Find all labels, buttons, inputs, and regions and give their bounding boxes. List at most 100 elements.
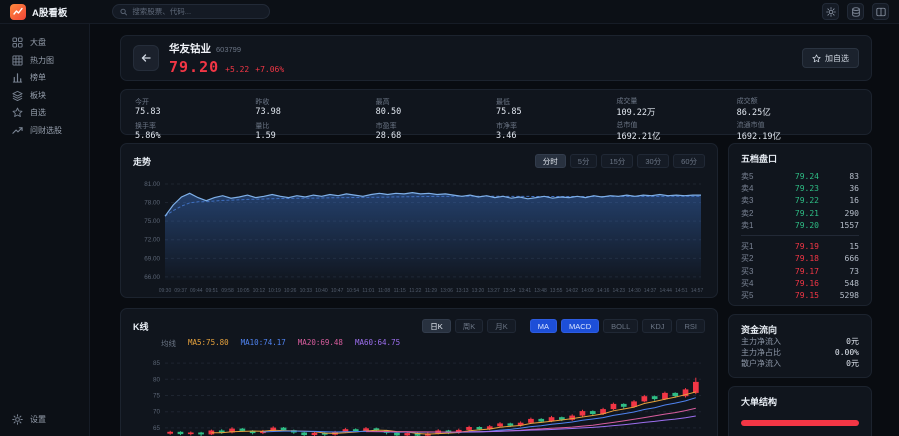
stat-value: 75.85 [496, 107, 616, 117]
stat-label: 最低 [496, 97, 616, 107]
sidebar-item-label: 自选 [30, 107, 46, 118]
orderbook-divider [741, 235, 859, 236]
tab-daily-k[interactable]: 日K [422, 319, 451, 333]
bid-row: 买379.1773 [741, 265, 859, 277]
stat-label: 最高 [376, 97, 496, 107]
tab-macd[interactable]: MACD [561, 319, 599, 333]
ask-row: 卖179.201557 [741, 219, 859, 231]
stat-label: 换手率 [135, 121, 255, 131]
trending-up-icon [12, 125, 23, 136]
svg-text:14:44: 14:44 [659, 288, 672, 294]
data-source-button[interactable] [847, 3, 864, 20]
tab-timeshare[interactable]: 分时 [535, 154, 566, 168]
trend-title: 走势 [133, 155, 151, 168]
sidebar-item-label: 板块 [30, 90, 46, 101]
ma-legend-prefix: 均线 [161, 338, 176, 349]
svg-text:13:48: 13:48 [534, 288, 547, 294]
sidebar-item-market[interactable]: 大盘 [0, 34, 89, 52]
stat-value: 1692.21亿 [616, 130, 736, 142]
svg-text:69.00: 69.00 [144, 255, 160, 262]
sidebar-item-label: 热力图 [30, 55, 54, 66]
stat-label: 市盈率 [376, 121, 496, 131]
sidebar-item-label: 大盘 [30, 37, 46, 48]
structure-bar [741, 420, 859, 426]
svg-text:80: 80 [153, 376, 161, 383]
stat-value: 28.68 [376, 131, 496, 141]
stat-label: 流通市值 [737, 120, 857, 130]
trend-chart-card: 走势 分时 5分 15分 30分 60分 81.0078.0075.0072.0… [120, 143, 718, 298]
stock-header-card: 华友钴业603799 79.20+5.22+7.06% 加自选 [120, 35, 872, 81]
svg-text:09:51: 09:51 [206, 288, 219, 294]
candlestick-chart[interactable]: 8580757065 [121, 349, 717, 436]
stat-label: 总市值 [616, 120, 736, 130]
fundflow-title: 资金流向 [741, 323, 859, 336]
svg-text:11:22: 11:22 [409, 288, 421, 294]
topbar-actions [822, 3, 889, 20]
sidebar-item-stock-screener[interactable]: 问财选股 [0, 122, 89, 140]
sidebar-item-watchlist[interactable]: 自选 [0, 104, 89, 122]
stock-price: 79.20 [169, 58, 219, 76]
sidebar-item-heatmap[interactable]: 热力图 [0, 52, 89, 70]
svg-text:14:09: 14:09 [581, 288, 594, 294]
add-watchlist-button[interactable]: 加自选 [802, 48, 859, 68]
search-box[interactable] [112, 4, 270, 19]
stat-label: 市净率 [496, 121, 616, 131]
svg-text:13:34: 13:34 [503, 288, 516, 294]
svg-text:85: 85 [153, 360, 161, 367]
svg-text:75.00: 75.00 [144, 218, 160, 225]
ask-row: 卖279.21290 [741, 207, 859, 219]
tab-30min[interactable]: 30分 [637, 154, 669, 168]
tab-weekly-k[interactable]: 周K [455, 319, 484, 333]
svg-text:13:20: 13:20 [472, 288, 485, 294]
svg-text:10:47: 10:47 [331, 288, 344, 294]
sidebar: 大盘 热力图 榜单 板块 自选 问财选股 [0, 24, 90, 436]
tab-monthly-k[interactable]: 月K [487, 319, 516, 333]
app-logo-icon [10, 4, 26, 20]
back-button[interactable] [133, 45, 159, 71]
sidebar-item-label: 榜单 [30, 72, 46, 83]
search-input[interactable] [132, 7, 262, 16]
stat-value: 86.25亿 [737, 106, 857, 118]
svg-text:10:05: 10:05 [237, 288, 250, 294]
tab-15min[interactable]: 15分 [601, 154, 633, 168]
ma60-legend-value: MA60:64.75 [355, 338, 400, 349]
svg-text:10:19: 10:19 [268, 288, 281, 294]
topbar: A股看板 [0, 0, 899, 24]
sidebar-item-rankings[interactable]: 榜单 [0, 69, 89, 87]
theme-toggle-button[interactable] [822, 3, 839, 20]
tab-rsi[interactable]: RSI [676, 319, 705, 333]
svg-text:14:37: 14:37 [644, 288, 657, 294]
stock-name: 华友钴业 [169, 43, 211, 55]
svg-text:65: 65 [153, 425, 161, 432]
tab-ma[interactable]: MA [530, 319, 557, 333]
structure-title: 大单结构 [741, 397, 777, 407]
tab-5min[interactable]: 5分 [570, 154, 598, 168]
stat-value: 109.22万 [616, 106, 736, 118]
svg-text:10:12: 10:12 [253, 288, 266, 294]
svg-text:11:01: 11:01 [362, 288, 374, 294]
sidebar-item-settings[interactable]: 设置 [0, 411, 89, 429]
columns-icon [876, 7, 886, 17]
fundflow-card: 资金流向 主力净流入0元 主力净占比0.00% 散户净流入0元 [728, 314, 872, 378]
kline-title: K线 [133, 320, 149, 333]
layout-button[interactable] [872, 3, 889, 20]
tab-boll[interactable]: BOLL [603, 319, 638, 333]
layers-icon [12, 90, 23, 101]
kline-tabs: 日K 周K 月K MA MACD BOLL KDJ RSI [422, 319, 705, 333]
tab-kdj[interactable]: KDJ [642, 319, 672, 333]
stat-value: 75.83 [135, 107, 255, 117]
svg-text:72.00: 72.00 [144, 237, 160, 244]
stat-value: 1692.19亿 [737, 130, 857, 142]
order-structure-card: 大单结构 大买 100% 小买 0.0% [728, 386, 872, 436]
ranking-icon [12, 72, 23, 83]
svg-text:14:51: 14:51 [675, 288, 688, 294]
svg-text:09:30: 09:30 [159, 288, 172, 294]
intraday-area-chart[interactable]: 81.0078.0075.0072.0069.0066.0009:3009:37… [121, 170, 717, 297]
svg-text:13:27: 13:27 [487, 288, 500, 294]
database-icon [851, 7, 861, 17]
sidebar-item-sectors[interactable]: 板块 [0, 87, 89, 105]
bid-row: 买279.18666 [741, 253, 859, 265]
app-root: A股看板 大盘 热力图 [0, 0, 899, 436]
tab-60min[interactable]: 60分 [673, 154, 705, 168]
fundflow-row: 主力净流入0元 [741, 336, 859, 347]
